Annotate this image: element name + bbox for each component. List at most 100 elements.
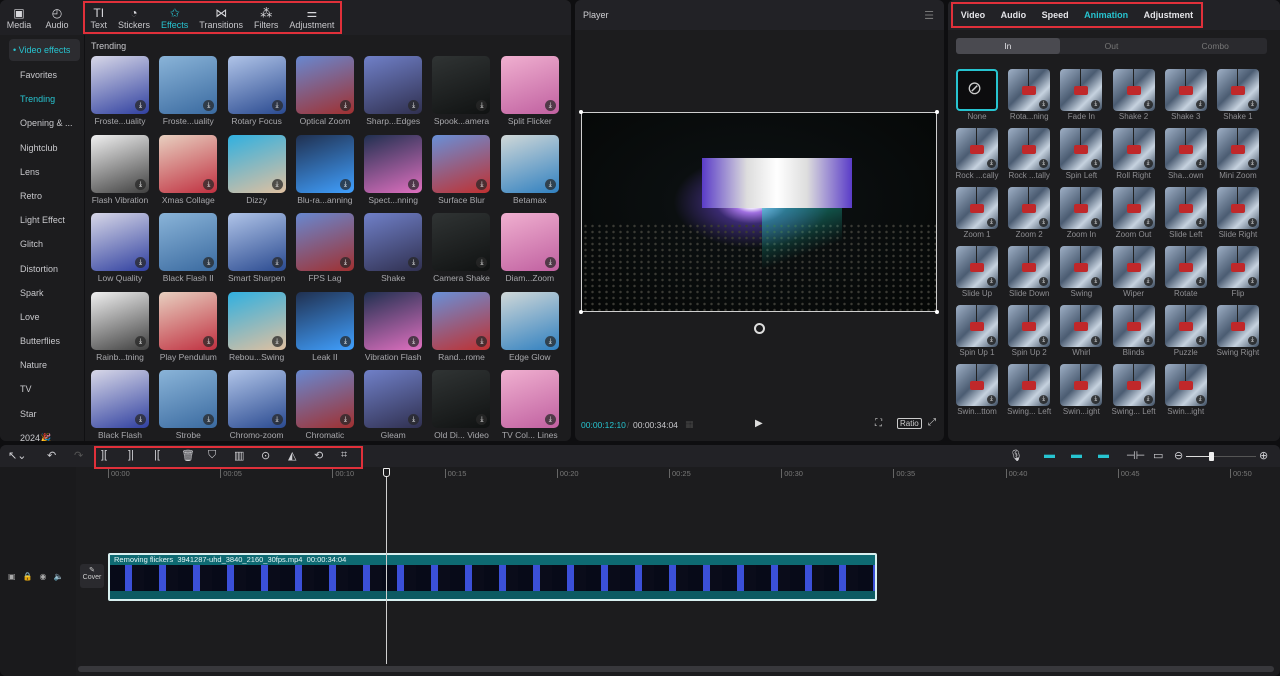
animation-card[interactable]: ⤓ Rota...ning bbox=[1008, 69, 1051, 128]
download-icon[interactable]: ⤓ bbox=[1039, 277, 1049, 286]
effect-card[interactable]: ⤓ Play Pendulum bbox=[159, 291, 218, 371]
microphone-icon[interactable]: 🎙 bbox=[1009, 449, 1023, 462]
download-icon[interactable]: ⤓ bbox=[476, 100, 488, 111]
download-icon[interactable]: ⤓ bbox=[135, 257, 146, 268]
download-icon[interactable]: ⤓ bbox=[203, 257, 215, 268]
download-icon[interactable]: ⤓ bbox=[135, 178, 146, 190]
reverse-icon[interactable]: ⊙ bbox=[261, 449, 270, 462]
download-icon[interactable]: ⤓ bbox=[1247, 218, 1257, 227]
download-icon[interactable]: ⤓ bbox=[1195, 159, 1205, 168]
zoom-out-icon[interactable]: ⊖ bbox=[1174, 449, 1183, 462]
tab-media[interactable]: ▣ Media bbox=[0, 0, 38, 35]
download-icon[interactable]: ⤓ bbox=[203, 178, 215, 190]
split-right-icon[interactable]: |[ bbox=[154, 449, 160, 461]
sidebar-item[interactable]: Nightclub bbox=[0, 136, 84, 160]
zoom-in-icon[interactable]: ⊕ bbox=[1259, 449, 1268, 462]
download-icon[interactable]: ⤓ bbox=[1143, 159, 1153, 168]
effect-card[interactable]: ⤓ Chromo-zoom bbox=[227, 370, 286, 441]
download-icon[interactable]: ⤓ bbox=[339, 335, 351, 347]
animation-card[interactable]: ⤓ Slide Down bbox=[1008, 246, 1051, 305]
inspector-tab-animation[interactable]: Animation bbox=[1084, 10, 1128, 20]
sidebar-item[interactable]: Lens bbox=[0, 160, 84, 184]
animation-card[interactable]: ⤓ Slide Left bbox=[1164, 187, 1207, 246]
download-icon[interactable]: ⤓ bbox=[271, 100, 283, 111]
split-icon[interactable]: ][ bbox=[101, 449, 107, 461]
download-icon[interactable]: ⤓ bbox=[203, 414, 215, 425]
download-icon[interactable]: ⤓ bbox=[271, 414, 283, 425]
effect-card[interactable]: ⤓ Rebou...Swing bbox=[227, 291, 286, 371]
download-icon[interactable]: ⤓ bbox=[987, 218, 996, 227]
download-icon[interactable]: ⤓ bbox=[544, 100, 556, 111]
horizontal-scrollbar[interactable] bbox=[78, 666, 1274, 672]
animation-card[interactable]: ⤓ Shake 2 bbox=[1112, 69, 1155, 128]
download-icon[interactable]: ⤓ bbox=[1195, 395, 1205, 404]
download-icon[interactable]: ⤓ bbox=[339, 414, 351, 425]
split-left-icon[interactable]: ]| bbox=[128, 449, 134, 461]
effect-card[interactable]: ⤓ Spect...nning bbox=[364, 134, 423, 214]
animation-card[interactable]: ⤓ Zoom Out bbox=[1112, 187, 1155, 246]
animation-card[interactable]: ⤓ Rock ...tally bbox=[1008, 128, 1051, 187]
animation-card[interactable]: ⊘ None bbox=[956, 69, 998, 128]
animation-card[interactable]: ⤓ Swin...ight bbox=[1164, 364, 1207, 423]
zoom-slider-handle[interactable] bbox=[1208, 452, 1214, 461]
download-icon[interactable]: ⤓ bbox=[476, 178, 488, 190]
sidebar-item[interactable]: Butterflies bbox=[0, 329, 84, 353]
frame-grid-icon[interactable]: ▦ bbox=[685, 419, 694, 430]
thumbnail-icon[interactable]: ▭ bbox=[1153, 449, 1163, 462]
inspector-tab-adjustment[interactable]: Adjustment bbox=[1144, 10, 1194, 20]
time-ruler[interactable]: 00:00 00:05 00:10 00:15 00:20 00:25 00:30 00:35… bbox=[108, 467, 1280, 481]
playhead-handle[interactable] bbox=[383, 468, 390, 477]
fullscreen-icon[interactable]: ⤢ bbox=[928, 417, 936, 428]
animation-card[interactable]: ⤓ Swing bbox=[1060, 246, 1103, 305]
inspector-tab-speed[interactable]: Speed bbox=[1042, 10, 1069, 20]
eye-icon[interactable]: ◉ bbox=[40, 572, 47, 581]
timeline-zoom-slider[interactable] bbox=[1186, 452, 1256, 461]
animation-card[interactable]: ⤓ Zoom In bbox=[1060, 187, 1103, 246]
tab-text[interactable]: TI Text bbox=[90, 6, 107, 30]
download-icon[interactable]: ⤓ bbox=[987, 336, 996, 345]
animation-card[interactable]: ⤓ Shake 3 bbox=[1164, 69, 1207, 128]
effect-card[interactable]: ⤓ FPS Lag bbox=[295, 213, 354, 292]
sidebar-item[interactable]: TV bbox=[0, 377, 84, 401]
video-preview[interactable] bbox=[581, 112, 937, 312]
main-track-magnet-icon[interactable]: ▬ bbox=[1044, 449, 1055, 461]
download-icon[interactable]: ⤓ bbox=[408, 100, 420, 111]
auto-snap-icon[interactable]: ▬ bbox=[1071, 449, 1082, 461]
inspector-tab-audio[interactable]: Audio bbox=[1001, 10, 1027, 20]
resize-handle[interactable] bbox=[935, 310, 939, 314]
marker-icon[interactable]: ⛉ bbox=[208, 449, 216, 462]
download-icon[interactable]: ⤓ bbox=[476, 335, 488, 347]
download-icon[interactable]: ⤓ bbox=[476, 414, 488, 425]
animation-card[interactable]: ⤓ Spin Up 2 bbox=[1008, 305, 1051, 364]
effect-card[interactable]: ⤓ TV Col... Lines bbox=[500, 370, 559, 441]
download-icon[interactable]: ⤓ bbox=[1195, 336, 1205, 345]
segment-in[interactable]: In bbox=[956, 38, 1060, 54]
effect-card[interactable]: ⤓ Chromatic bbox=[295, 370, 354, 441]
tab-transitions[interactable]: ⋈ Transitions bbox=[199, 6, 243, 30]
zoom-fit-icon[interactable]: ⛶ bbox=[875, 418, 882, 429]
effect-card[interactable]: ⤓ Low Quality bbox=[91, 213, 149, 292]
effect-card[interactable]: ⤓ Froste...uality bbox=[91, 56, 149, 135]
sidebar-item[interactable]: Trending bbox=[0, 87, 84, 111]
undo-icon[interactable]: ↶ bbox=[47, 449, 56, 462]
download-icon[interactable]: ⤓ bbox=[135, 414, 146, 425]
download-icon[interactable]: ⤓ bbox=[339, 257, 351, 268]
animation-card[interactable]: ⤓ Spin Left bbox=[1060, 128, 1103, 187]
speaker-icon[interactable]: 🔈 bbox=[54, 572, 64, 581]
download-icon[interactable]: ⤓ bbox=[1143, 277, 1153, 286]
animation-card[interactable]: ⤓ Mini Zoom bbox=[1216, 128, 1259, 187]
freeze-icon[interactable]: ▥ bbox=[234, 449, 244, 462]
download-icon[interactable]: ⤓ bbox=[1247, 336, 1257, 345]
sidebar-item[interactable]: Nature bbox=[0, 353, 84, 377]
resize-handle[interactable] bbox=[935, 110, 939, 114]
animation-card[interactable]: ⤓ Sha...own bbox=[1164, 128, 1207, 187]
download-icon[interactable]: ⤓ bbox=[271, 257, 283, 268]
animation-card[interactable]: ⤓ Swin...ttom bbox=[956, 364, 998, 423]
download-icon[interactable]: ⤓ bbox=[476, 257, 488, 268]
download-icon[interactable]: ⤓ bbox=[1195, 100, 1205, 109]
download-icon[interactable]: ⤓ bbox=[1039, 336, 1049, 345]
download-icon[interactable]: ⤓ bbox=[544, 414, 556, 425]
download-icon[interactable]: ⤓ bbox=[544, 178, 556, 190]
download-icon[interactable]: ⤓ bbox=[1039, 159, 1049, 168]
download-icon[interactable]: ⤓ bbox=[1091, 218, 1101, 227]
